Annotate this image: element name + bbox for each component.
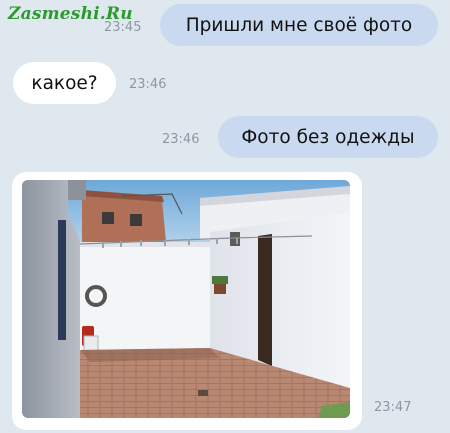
message-time: 23:47	[374, 400, 412, 415]
incoming-message-bubble[interactable]: какое?	[13, 62, 116, 104]
message-time: 23:46	[129, 77, 167, 92]
message-text: Фото без одежды	[241, 126, 415, 148]
chat-thread: Zasmeshi.Ru 23:45 Пришли мне своё фото к…	[0, 0, 450, 433]
message-text: Пришли мне своё фото	[185, 14, 413, 36]
outgoing-message-bubble[interactable]: Фото без одежды	[218, 116, 438, 158]
back-wall	[80, 242, 210, 350]
courtyard-photo[interactable]	[22, 180, 350, 418]
outgoing-message-bubble[interactable]: Пришли мне своё фото	[160, 4, 438, 46]
message-text: какое?	[31, 72, 98, 94]
message-time: 23:46	[162, 132, 200, 147]
watermark-logo: Zasmeshi.Ru	[8, 4, 133, 24]
door	[258, 234, 272, 366]
